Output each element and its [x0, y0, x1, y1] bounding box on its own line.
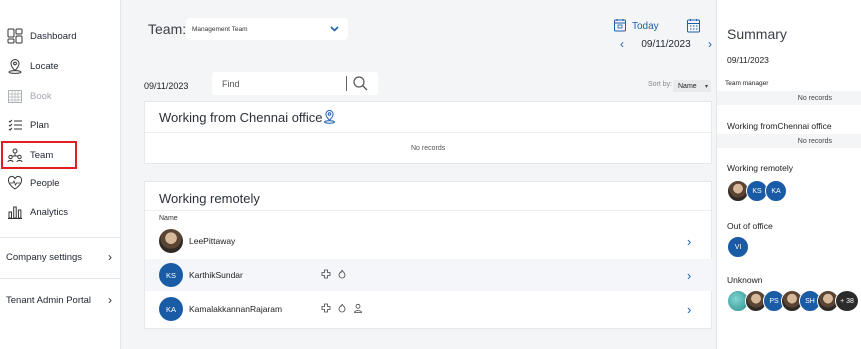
column-header-name: Name — [159, 215, 178, 222]
sidebar-divider — [0, 278, 121, 279]
chennai-office-label: Working fromChennai office — [727, 121, 832, 131]
flame-icon — [337, 300, 347, 318]
avatar[interactable]: VI — [727, 236, 749, 258]
search-input[interactable]: Find — [212, 72, 378, 95]
table-row[interactable]: KS KarthikSundar › — [145, 259, 713, 291]
avatar: KA — [159, 297, 183, 321]
person-icon — [353, 300, 363, 318]
list-date: 09/11/2023 — [144, 81, 189, 91]
sort-select[interactable]: Name ▾ — [673, 80, 711, 92]
out-of-office-label: Out of office — [727, 221, 773, 231]
person-name: LeePittaway — [189, 236, 236, 246]
sidebar-item-dashboard[interactable]: Dashboard — [0, 22, 121, 50]
search-placeholder: Find — [222, 78, 240, 89]
flame-icon — [337, 266, 347, 284]
team-label: Team: — [148, 21, 187, 37]
location-pin-icon[interactable] — [322, 109, 337, 129]
sidebar-item-label: Locate — [30, 60, 59, 72]
people-heart-icon — [6, 174, 24, 192]
sidebar-item-label: Plan — [30, 119, 50, 131]
chevron-right-icon: › — [108, 250, 112, 264]
sidebar-item-people[interactable]: People — [0, 169, 121, 197]
sort-by-label: Sort by: — [648, 81, 673, 88]
sidebar-item-company-settings[interactable]: Company settings › — [6, 246, 112, 268]
dashboard-icon — [6, 27, 24, 45]
no-records-text: No records — [411, 145, 446, 152]
medical-cross-icon — [321, 266, 331, 284]
analytics-bars-icon — [6, 203, 24, 221]
team-select-value: Management Team — [192, 25, 248, 33]
no-records-text: No records — [717, 134, 861, 148]
chevron-right-icon[interactable]: › — [687, 302, 691, 317]
caret-down-icon: ▾ — [704, 84, 708, 90]
locate-icon — [6, 57, 24, 75]
avatar — [159, 229, 183, 253]
sidebar-item-label: Dashboard — [30, 30, 77, 42]
calendar-icon — [686, 19, 701, 37]
team-select[interactable]: Management Team — [186, 18, 348, 40]
working-remotely-label: Working remotely — [727, 163, 793, 173]
search-icon[interactable] — [352, 75, 369, 94]
chevron-right-icon[interactable]: › — [687, 268, 691, 283]
status-icons — [321, 300, 363, 318]
sidebar-item-label: Book — [30, 90, 52, 102]
sidebar-item-label: People — [30, 177, 60, 189]
working-remotely-card: Working remotely Name LeePittaway › KS K… — [144, 181, 713, 329]
sidebar-item-tenant-admin-portal[interactable]: Tenant Admin Portal › — [6, 289, 112, 311]
search-divider — [346, 76, 347, 91]
sidebar-item-book[interactable]: Book — [0, 82, 121, 110]
sidebar-item-label: Team — [30, 149, 54, 161]
unknown-label: Unknown — [727, 275, 763, 285]
status-icons — [321, 266, 347, 284]
table-row[interactable]: LeePittaway › — [145, 225, 713, 257]
avatar: KS — [159, 263, 183, 287]
no-records-text: No records — [717, 91, 861, 105]
plan-list-icon — [6, 116, 24, 134]
calendar-picker-button[interactable] — [686, 18, 701, 38]
current-date: 09/11/2023 — [641, 38, 691, 50]
today-label: Today — [632, 21, 659, 32]
medical-cross-icon — [321, 300, 331, 318]
sidebar-divider — [0, 237, 121, 238]
chevron-right-icon: › — [108, 293, 112, 307]
summary-panel: Summary 09/11/2023 Team manager No recor… — [716, 0, 861, 349]
summary-date: 09/11/2023 — [727, 55, 769, 65]
table-row[interactable]: KA KamalakkannanRajaram › — [145, 293, 713, 325]
date-navigator: ‹ 09/11/2023 › — [620, 37, 712, 51]
sidebar-item-label: Tenant Admin Portal — [6, 294, 92, 306]
sidebar-item-team[interactable]: Team — [1, 141, 77, 169]
calendar-grid-icon — [6, 87, 24, 105]
card-title: Working remotely — [159, 191, 260, 206]
sidebar: Dashboard Locate Book Plan Team People A… — [0, 0, 121, 349]
sidebar-item-plan[interactable]: Plan — [0, 111, 121, 139]
person-name: KarthikSundar — [189, 270, 243, 280]
next-date-button[interactable]: › — [708, 37, 712, 51]
person-name: KamalakkannanRajaram — [189, 304, 283, 314]
sidebar-item-locate[interactable]: Locate — [0, 52, 121, 80]
card-divider — [145, 210, 711, 211]
team-icon — [6, 146, 24, 164]
chevron-down-icon — [329, 23, 340, 36]
avatar[interactable]: KA — [765, 180, 787, 202]
sidebar-item-label: Analytics — [30, 206, 69, 218]
app-root: Dashboard Locate Book Plan Team People A… — [0, 0, 861, 349]
card-divider — [145, 132, 711, 133]
prev-date-button[interactable]: ‹ — [620, 37, 624, 51]
sidebar-item-analytics[interactable]: Analytics — [0, 198, 121, 226]
today-button[interactable]: Today — [613, 18, 659, 35]
card-title: Working from Chennai office — [159, 110, 323, 125]
calendar-today-icon — [613, 18, 627, 35]
chevron-right-icon[interactable]: › — [687, 234, 691, 249]
more-count-badge[interactable]: + 38 — [835, 290, 859, 312]
team-manager-label: Team manager — [725, 80, 769, 87]
sidebar-item-label: Company settings — [6, 251, 83, 263]
sort-select-value: Name — [678, 82, 697, 90]
chennai-office-card: Working from Chennai office No records — [144, 101, 712, 164]
summary-title: Summary — [727, 26, 787, 42]
